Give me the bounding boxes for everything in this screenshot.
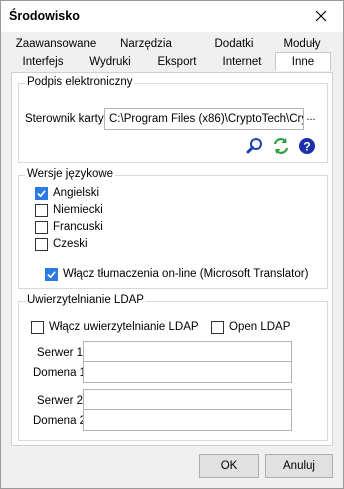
tab-strip: Zaawansowane Narzędzia Dodatki Moduły In… — [11, 36, 331, 72]
tab-narzedzia[interactable]: Narzędzia — [107, 36, 185, 53]
tab-label: Inne — [291, 56, 315, 68]
search-icon — [246, 138, 262, 154]
checkbox-online-translation[interactable] — [45, 268, 58, 281]
checkbox-francuski[interactable] — [35, 221, 48, 234]
languages-group: Wersje językowe Angielski Niemiecki Fran… — [18, 168, 328, 289]
checkbox-label: Francuski — [53, 221, 103, 233]
ok-button[interactable]: OK — [199, 454, 259, 478]
domain1-label: Domena 1 — [33, 367, 87, 379]
checkbox-open-ldap[interactable] — [211, 321, 224, 334]
tab-internet[interactable]: Internet — [211, 54, 273, 71]
tab-label: Eksport — [157, 56, 197, 68]
tab-label: Dodatki — [214, 38, 254, 50]
checkbox-enable-ldap[interactable] — [31, 321, 44, 334]
tab-panel-inne: Podpis elektroniczny Sterownik karty C:\… — [11, 72, 333, 446]
dialog-window: Środowisko Zaawansowane Narzędzia Dodatk… — [0, 0, 344, 489]
tab-label: Narzędzia — [120, 38, 172, 50]
refresh-icon — [273, 138, 289, 154]
close-icon — [315, 10, 327, 22]
tab-zaawansowane[interactable]: Zaawansowane — [11, 36, 101, 53]
tab-dodatki[interactable]: Dodatki — [195, 36, 273, 53]
checkbox-label: Włącz uwierzytelnianie LDAP — [49, 321, 199, 333]
card-driver-field[interactable]: C:\Program Files (x86)\CryptoTech\Crypto… — [104, 108, 304, 130]
checkbox-angielski[interactable] — [35, 187, 48, 200]
svg-text:?: ? — [303, 140, 310, 154]
search-button[interactable] — [245, 136, 265, 156]
checkbox-label: Niemiecki — [53, 204, 103, 216]
server2-label: Serwer 2 — [37, 395, 84, 407]
help-icon: ? — [299, 138, 315, 154]
ldap-group: Uwierzytelnianie LDAP Włącz uwierzytelni… — [18, 294, 328, 441]
title-bar: Środowisko — [1, 1, 343, 32]
signature-legend: Podpis elektroniczny — [25, 76, 135, 88]
server2-input[interactable] — [83, 389, 292, 411]
languages-legend: Wersje językowe — [25, 168, 116, 180]
tab-label: Internet — [222, 56, 262, 68]
close-button[interactable] — [299, 1, 343, 31]
refresh-button[interactable] — [271, 136, 291, 156]
check-icon — [47, 271, 56, 279]
domain2-label: Domena 2 — [33, 415, 87, 427]
signature-group: Podpis elektroniczny Sterownik karty C:\… — [18, 76, 328, 163]
checkbox-label: Angielski — [53, 187, 100, 199]
window-title: Środowisko — [9, 9, 80, 23]
checkbox-label: Włącz tłumaczenia on-line (Microsoft Tra… — [63, 268, 309, 280]
tab-wydruki[interactable]: Wydruki — [77, 54, 143, 71]
tab-label: Moduły — [283, 38, 321, 50]
checkbox-czeski[interactable] — [35, 238, 48, 251]
tab-moduly[interactable]: Moduły — [273, 36, 331, 53]
tab-label: Wydruki — [89, 56, 131, 68]
help-button[interactable]: ? — [297, 136, 317, 156]
tab-label: Interfejs — [22, 56, 64, 68]
browse-button[interactable]: ... — [300, 109, 322, 129]
cancel-button[interactable]: Anuluj — [265, 454, 333, 478]
server1-label: Serwer 1 — [37, 347, 84, 359]
checkbox-label: Czeski — [53, 238, 88, 250]
domain2-input[interactable] — [83, 409, 292, 431]
tab-inne[interactable]: Inne — [275, 52, 331, 71]
domain1-input[interactable] — [83, 361, 292, 383]
check-icon — [37, 190, 46, 198]
checkbox-niemiecki[interactable] — [35, 204, 48, 217]
card-driver-label: Sterownik karty — [25, 113, 104, 125]
server1-input[interactable] — [83, 341, 292, 363]
tab-label: Zaawansowane — [15, 38, 97, 50]
tab-eksport[interactable]: Eksport — [145, 54, 209, 71]
tab-interfejs[interactable]: Interfejs — [11, 54, 75, 71]
ldap-legend: Uwierzytelnianie LDAP — [25, 294, 146, 306]
checkbox-label: Open LDAP — [229, 321, 291, 333]
